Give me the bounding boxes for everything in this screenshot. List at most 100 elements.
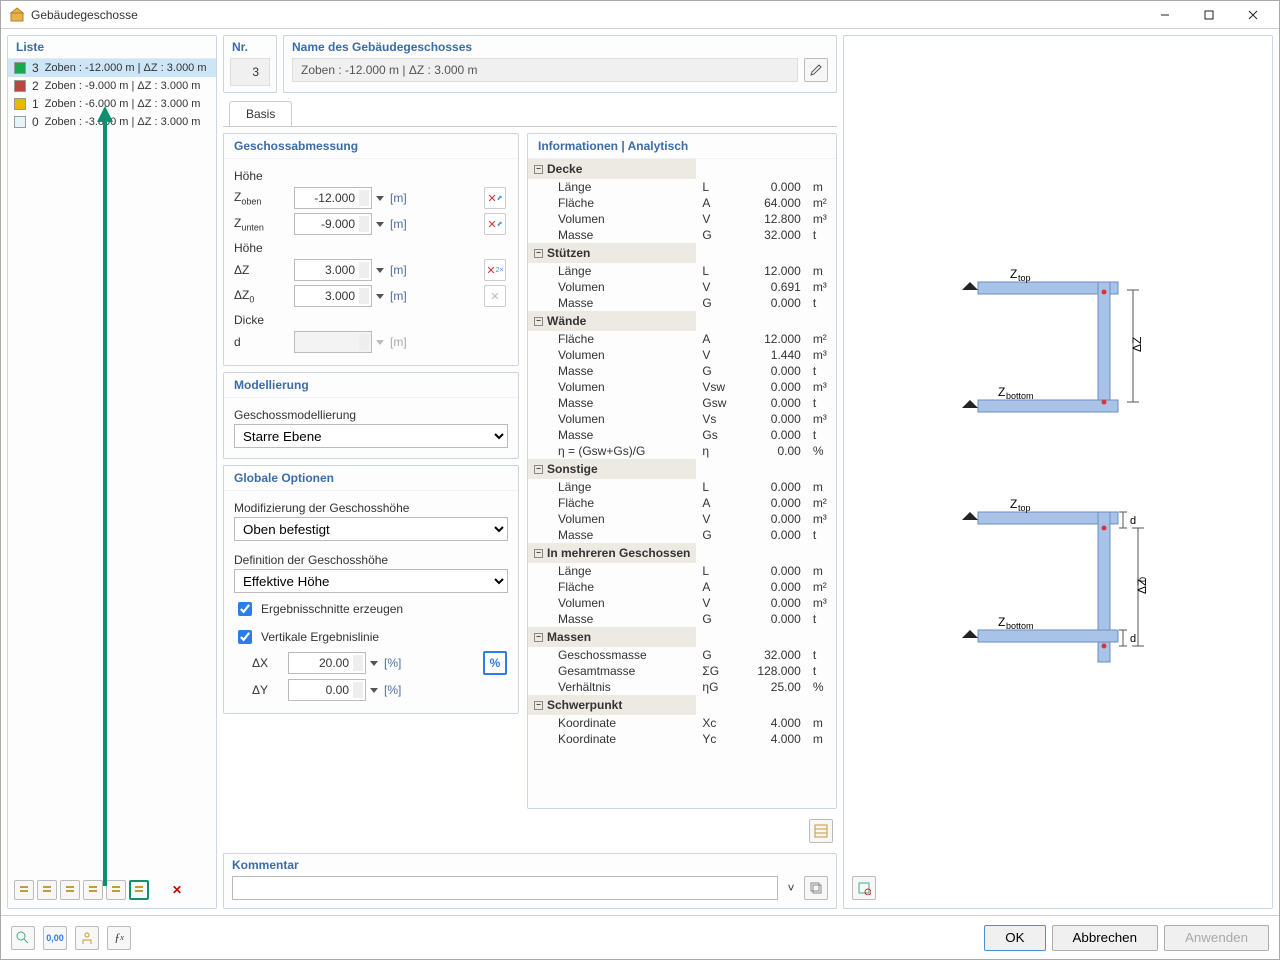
info-row: LängeL0.000m bbox=[528, 179, 836, 195]
color-swatch bbox=[14, 80, 26, 92]
formula-icon[interactable]: ƒx bbox=[107, 926, 131, 950]
titlebar: Gebäudegeschosse bbox=[1, 1, 1279, 29]
collapse-icon[interactable]: − bbox=[534, 549, 543, 558]
dropdown-icon[interactable] bbox=[376, 196, 384, 201]
select-def-hoehe[interactable]: Effektive Höhe bbox=[234, 569, 508, 593]
dropdown-icon[interactable] bbox=[370, 688, 378, 693]
dropdown-icon[interactable] bbox=[376, 222, 384, 227]
list-item[interactable]: 3Zoben : -12.000 m | ΔZ : 3.000 m bbox=[8, 59, 216, 77]
svg-text:Z: Z bbox=[1010, 267, 1017, 281]
label-d: d bbox=[234, 335, 288, 349]
list-item[interactable]: 0Zoben : -3.000 m | ΔZ : 3.000 m bbox=[8, 113, 216, 131]
pick-dz0-icon: ✕ bbox=[484, 285, 506, 307]
app-icon bbox=[9, 7, 25, 23]
label-ergebnisschnitte: Ergebnisschnitte erzeugen bbox=[261, 602, 403, 616]
person-icon[interactable] bbox=[75, 926, 99, 950]
label-mod-hoehe: Modifizierung der Geschosshöhe bbox=[234, 497, 508, 517]
collapse-icon[interactable]: − bbox=[534, 633, 543, 642]
dropdown-icon[interactable] bbox=[376, 294, 384, 299]
tool-delete[interactable]: ✕ bbox=[167, 880, 187, 900]
help-icon[interactable] bbox=[11, 926, 35, 950]
pick-z-oben-icon[interactable]: ✕⬈ bbox=[484, 187, 506, 209]
collapse-icon[interactable]: − bbox=[534, 701, 543, 710]
check-vertikale-linie[interactable] bbox=[238, 630, 252, 644]
info-row: MasseG0.000t bbox=[528, 611, 836, 627]
group-geschossabmessung: Geschossabmessung Höhe Zoben -12.000 [m]… bbox=[223, 133, 519, 366]
tool-highlighted[interactable] bbox=[129, 880, 149, 900]
color-swatch bbox=[14, 98, 26, 110]
info-row: FlächeA0.000m² bbox=[528, 579, 836, 595]
pick-dz-icon[interactable]: ✕2× bbox=[484, 259, 506, 281]
nr-box: Nr. 3 bbox=[223, 35, 277, 93]
comment-input[interactable] bbox=[232, 876, 778, 900]
input-z-unten[interactable]: -9.000 bbox=[294, 213, 372, 235]
svg-text:Z: Z bbox=[1010, 497, 1017, 511]
svg-text:top: top bbox=[1018, 273, 1031, 283]
collapse-icon[interactable]: − bbox=[534, 317, 543, 326]
list-item[interactable]: 2Zoben : -9.000 m | ΔZ : 3.000 m bbox=[8, 77, 216, 95]
check-ergebnisschnitte[interactable] bbox=[238, 602, 252, 616]
select-mod-hoehe[interactable]: Oben befestigt bbox=[234, 517, 508, 541]
unit-m-dim: [m] bbox=[390, 335, 407, 349]
select-geschossmodellierung[interactable]: Starre Ebene bbox=[234, 424, 508, 448]
unit-m: [m] bbox=[390, 217, 407, 231]
comment-box: Kommentar ˅ bbox=[223, 853, 837, 909]
unit-m: [m] bbox=[390, 191, 407, 205]
comment-title: Kommentar bbox=[224, 854, 836, 876]
section-diagram: Ztop Zbottom ΔZ Ztop Zbottom bbox=[948, 252, 1168, 692]
info-row: KoordinateYc4.000m bbox=[528, 731, 836, 747]
collapse-icon[interactable]: − bbox=[534, 165, 543, 174]
footer: 0,00 ƒx OK Abbrechen Anwenden bbox=[1, 915, 1279, 959]
info-row: VolumenV12.800m³ bbox=[528, 211, 836, 227]
view-settings-icon[interactable] bbox=[852, 876, 876, 900]
label-dz0: ΔZ0 bbox=[234, 288, 288, 304]
collapse-icon[interactable]: − bbox=[534, 465, 543, 474]
units-icon[interactable]: 0,00 bbox=[43, 926, 67, 950]
ok-button[interactable]: OK bbox=[984, 925, 1045, 951]
edit-name-icon[interactable] bbox=[804, 58, 828, 82]
info-row: MasseG0.000t bbox=[528, 527, 836, 543]
dropdown-icon bbox=[376, 340, 384, 345]
input-dx[interactable]: 20.00 bbox=[288, 652, 366, 674]
minimize-button[interactable] bbox=[1143, 1, 1187, 29]
input-z-oben[interactable]: -12.000 bbox=[294, 187, 372, 209]
close-button[interactable] bbox=[1231, 1, 1275, 29]
tool-copy[interactable] bbox=[60, 880, 80, 900]
table-settings-icon[interactable] bbox=[809, 819, 833, 843]
name-input[interactable]: Zoben : -12.000 m | ΔZ : 3.000 m bbox=[292, 58, 798, 82]
input-dz0[interactable]: 3.000 bbox=[294, 285, 372, 307]
info-row: LängeL12.000m bbox=[528, 263, 836, 279]
input-dy[interactable]: 0.00 bbox=[288, 679, 366, 701]
info-row: MasseG0.000t bbox=[528, 363, 836, 379]
svg-text:ΔZ: ΔZ bbox=[1130, 337, 1144, 352]
info-panel: Informationen | Analytisch −DeckeLängeL0… bbox=[527, 133, 837, 809]
maximize-button[interactable] bbox=[1187, 1, 1231, 29]
list-label: Zoben : -9.000 m | ΔZ : 3.000 m bbox=[45, 80, 201, 92]
label-hoehe: Höhe bbox=[234, 165, 508, 185]
info-row: VolumenV0.000m³ bbox=[528, 595, 836, 611]
input-dz[interactable]: 3.000 bbox=[294, 259, 372, 281]
tool-new-below[interactable] bbox=[37, 880, 57, 900]
info-row: VolumenVs0.000m³ bbox=[528, 411, 836, 427]
dropdown-icon[interactable] bbox=[370, 661, 378, 666]
dropdown-icon[interactable] bbox=[376, 268, 384, 273]
pick-z-unten-icon[interactable]: ✕⬈ bbox=[484, 213, 506, 235]
collapse-icon[interactable]: − bbox=[534, 249, 543, 258]
list-label: Zoben : -12.000 m | ΔZ : 3.000 m bbox=[45, 62, 207, 74]
nr-value: 3 bbox=[230, 58, 270, 86]
tool-new-above[interactable] bbox=[14, 880, 34, 900]
tab-basis[interactable]: Basis bbox=[229, 101, 292, 126]
comment-copy-icon[interactable] bbox=[804, 876, 828, 900]
info-group-name: In mehreren Geschossen bbox=[547, 546, 690, 560]
mod-title: Modellierung bbox=[224, 373, 518, 398]
glob-title: Globale Optionen bbox=[224, 466, 518, 491]
tool-copy2[interactable] bbox=[83, 880, 103, 900]
tool-copy3[interactable] bbox=[106, 880, 126, 900]
info-row: GeschossmasseG32.000t bbox=[528, 647, 836, 663]
list-item[interactable]: 1Zoben : -6.000 m | ΔZ : 3.000 m bbox=[8, 95, 216, 113]
apply-button[interactable]: Anwenden bbox=[1164, 925, 1269, 951]
info-row: VolumenV0.000m³ bbox=[528, 511, 836, 527]
percent-button[interactable]: % bbox=[483, 651, 507, 675]
group-globale-optionen: Globale Optionen Modifizierung der Gesch… bbox=[223, 465, 519, 714]
cancel-button[interactable]: Abbrechen bbox=[1052, 925, 1158, 951]
